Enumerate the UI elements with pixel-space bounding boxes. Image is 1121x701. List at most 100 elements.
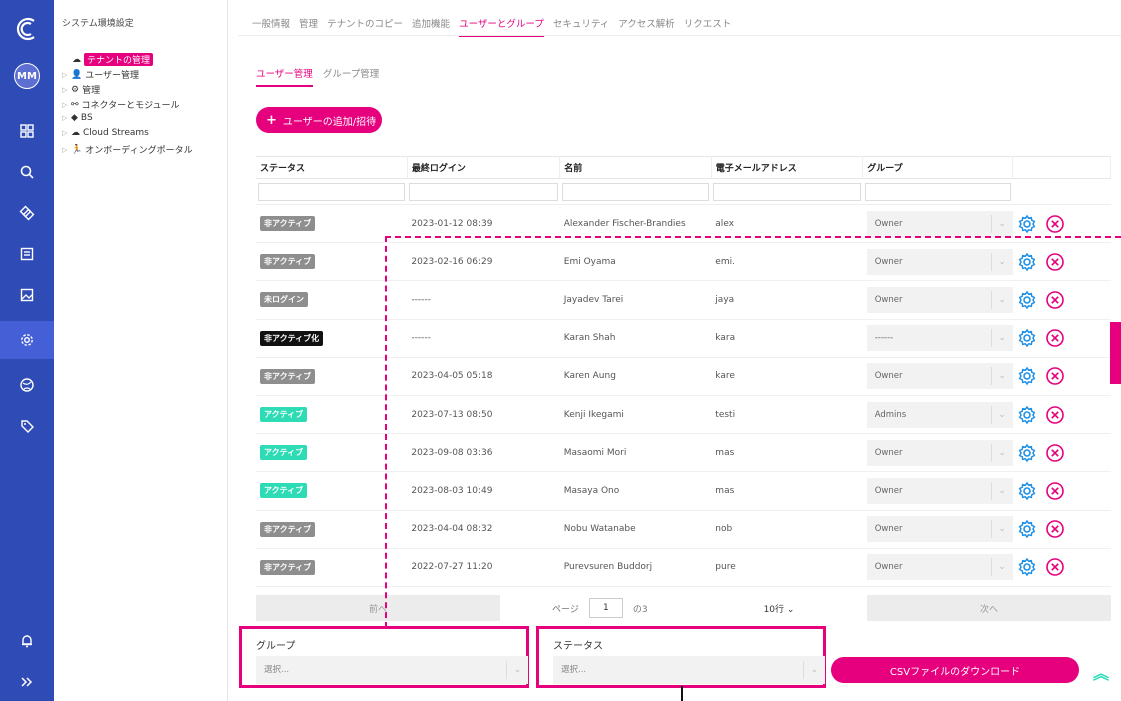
status-badge: 非アクティブ化 [260,330,324,346]
tab-user-management[interactable]: ユーザー管理 [256,66,313,87]
delete-icon[interactable] [1045,252,1065,272]
last-login-cell: 2023-07-13 08:50 [407,395,560,435]
column-header-group[interactable]: グループ [862,156,1014,179]
status-filter-select[interactable]: 選択... ⌄ [553,656,825,684]
email-cell: kara [711,319,863,358]
bell-icon[interactable] [0,622,54,660]
gear-icon[interactable] [1017,252,1037,272]
gear-icon[interactable] [1017,214,1037,234]
email-filter-input[interactable] [713,182,861,201]
group-select[interactable]: Owner ⌄ [866,439,1013,466]
tree-item-label: コネクターとモジュール [81,101,180,111]
name-cell: Masaomi Mori [559,433,712,473]
tab-analytics[interactable]: アクセス解析 [618,16,675,37]
last-login-cell: 2023-04-05 05:18 [407,357,560,396]
delete-icon[interactable] [1045,519,1065,539]
group-select[interactable]: Owner ⌄ [866,248,1013,275]
column-header-name[interactable]: 名前 [559,156,712,179]
tab-general[interactable]: 一般情報 [252,16,290,37]
tree-item-bs[interactable]: ▷ ◆ BS [62,113,93,123]
tab-users-groups[interactable]: ユーザーとグループ [459,16,544,37]
image-icon[interactable] [0,276,54,314]
prev-page-button[interactable]: 前へ [256,595,500,621]
tree-item-user-management[interactable]: ▷ 👤 ユーザー管理 [62,68,139,82]
group-select[interactable]: Admins ⌄ [866,401,1013,428]
next-page-button[interactable]: 次へ [867,595,1111,621]
group-select[interactable]: Owner ⌄ [866,286,1013,313]
gear-icon[interactable] [1017,519,1037,539]
group-select-value: Owner [874,371,903,382]
search-icon[interactable] [0,153,54,191]
delete-icon[interactable] [1045,557,1065,577]
feedback-side-tab[interactable] [1110,322,1121,384]
tag-icon[interactable] [0,407,54,445]
group-select[interactable]: Owner ⌄ [866,210,1013,237]
gear-icon[interactable] [1017,405,1037,425]
tab-requests[interactable]: リクエスト [684,16,732,37]
tab-addons[interactable]: 追加機能 [412,16,450,37]
column-header-email[interactable]: 電子メールアドレス [711,156,864,179]
delete-icon[interactable] [1045,214,1065,234]
status-filter-input[interactable] [258,182,406,201]
group-select[interactable]: Owner ⌄ [866,363,1013,390]
filter-row [256,178,1111,205]
cloud-icon: ☁ [71,128,80,138]
chevron-right-icon: ▷ [62,85,68,94]
dashboard-icon[interactable] [0,112,54,150]
document-icon[interactable] [0,235,54,273]
add-user-button[interactable]: + ユーザーの追加/招待 [256,107,382,133]
tree-item-connectors[interactable]: ▷ ⚯ コネクターとモジュール [62,98,180,112]
column-header-last-login[interactable]: 最終ログイン [407,156,561,179]
group-select[interactable]: ------ ⌄ [866,325,1013,352]
gear-icon[interactable] [1017,366,1037,386]
gear-icon[interactable] [1017,328,1037,348]
avatar[interactable]: MM [14,63,40,89]
integration-icon[interactable] [0,194,54,232]
column-header-status[interactable]: ステータス [256,156,408,179]
tree-item-onboarding[interactable]: ▷ 🏃 オンボーディングポータル [62,143,193,157]
group-select[interactable]: Owner ⌄ [866,554,1013,581]
gear-icon[interactable] [1017,443,1037,463]
last-login-filter-input[interactable] [409,182,558,201]
group-select-value: Owner [874,562,903,573]
delete-icon[interactable] [1045,290,1065,310]
gear-icon[interactable] [1017,290,1037,310]
delete-icon[interactable] [1045,328,1065,348]
group-select-value: Owner [874,447,903,458]
tree-item-admin[interactable]: ▷ ⚙ 管理 [62,83,100,97]
gear-icon: ⚙ [71,84,80,95]
delete-icon[interactable] [1045,405,1065,425]
tab-tenant-copy[interactable]: テナントのコピー [327,16,403,37]
group-filter-input[interactable] [864,182,1011,201]
status-badge: 非アクティブ [260,254,316,270]
rows-per-page-select[interactable]: 10行 ⌄ [764,602,795,615]
delete-icon[interactable] [1045,481,1065,501]
group-select[interactable]: Owner ⌄ [866,477,1013,504]
group-select-value: Owner [874,256,903,267]
status-badge: 非アクティブ [260,216,316,232]
group-filter-label: グループ [256,641,296,652]
group-select[interactable]: Owner ⌄ [866,516,1013,543]
globe-icon[interactable] [0,366,54,404]
tab-group-management[interactable]: グループ管理 [323,66,379,87]
tree-item-tenant[interactable]: ☁ テナントの管理 [72,53,154,66]
person-run-icon: 🏃 [71,144,83,155]
settings-icon[interactable] [0,321,54,359]
delete-icon[interactable] [1045,443,1065,463]
name-filter-input[interactable] [561,182,710,201]
gear-icon[interactable] [1017,481,1037,501]
page-input[interactable]: 1 [588,598,623,618]
delete-icon[interactable] [1045,366,1065,386]
csv-download-button[interactable]: CSVファイルのダウンロード [831,657,1079,683]
tab-security[interactable]: セキュリティ [553,16,609,37]
group-filter-select[interactable]: 選択... ⌄ [256,656,528,684]
status-badge: 非アクティブ [260,559,316,575]
tab-admin[interactable]: 管理 [299,16,318,37]
scroll-top-icon[interactable]: ︽ [1093,660,1109,684]
gear-icon[interactable] [1017,557,1037,577]
tree-item-cloud-streams[interactable]: ▷ ☁ Cloud Streams [62,128,149,138]
group-filter-panel: グループ 選択... ⌄ [239,626,529,688]
expand-icon[interactable] [0,663,54,701]
email-cell: emi. [711,242,863,282]
email-cell: kare [711,357,863,396]
